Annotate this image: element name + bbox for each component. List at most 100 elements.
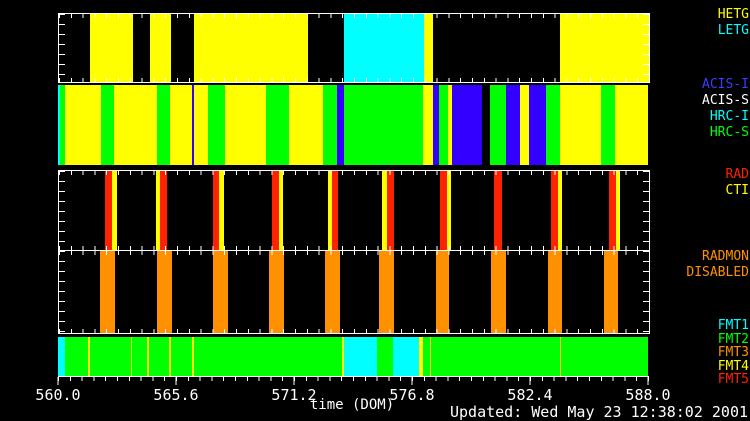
x-axis-tick-label: 582.4 bbox=[507, 386, 552, 404]
side-label-fmt2: FMT2 bbox=[718, 333, 749, 347]
segment bbox=[114, 85, 157, 165]
segment bbox=[147, 337, 148, 376]
segment bbox=[337, 85, 344, 165]
minor-ticks-bottom bbox=[59, 246, 649, 250]
minor-ticks-top bbox=[59, 14, 649, 18]
segment bbox=[308, 14, 344, 82]
segment bbox=[609, 171, 616, 250]
segment bbox=[344, 14, 424, 82]
segment bbox=[379, 251, 394, 333]
band-radmon-disabled bbox=[58, 250, 650, 334]
segment bbox=[101, 85, 114, 165]
side-label-letg: LETG bbox=[718, 23, 749, 39]
segment bbox=[208, 85, 225, 165]
side-label-cti: CTI bbox=[726, 183, 749, 199]
segment bbox=[328, 171, 332, 250]
segment bbox=[192, 85, 194, 165]
segment bbox=[58, 337, 65, 376]
x-axis-major-tick bbox=[176, 377, 177, 385]
minor-ticks-right bbox=[643, 171, 649, 250]
segment bbox=[601, 85, 615, 165]
segment bbox=[393, 337, 419, 376]
segment bbox=[160, 171, 167, 250]
segment bbox=[551, 171, 558, 250]
segment bbox=[60, 85, 65, 165]
segment bbox=[616, 171, 620, 250]
minor-ticks-right bbox=[643, 14, 649, 82]
side-label-fmt1: FMT1 bbox=[718, 319, 749, 333]
segment bbox=[325, 251, 340, 333]
band-instrument bbox=[58, 85, 648, 165]
segment bbox=[560, 85, 601, 165]
minor-ticks-left bbox=[59, 251, 65, 333]
segment bbox=[529, 85, 546, 165]
segment bbox=[194, 85, 208, 165]
segment bbox=[506, 85, 520, 165]
band-grating bbox=[58, 13, 650, 83]
segment bbox=[447, 171, 451, 250]
minor-ticks-top bbox=[59, 251, 649, 255]
minor-ticks-left bbox=[59, 171, 65, 250]
segment bbox=[342, 337, 343, 376]
side-label-disabled: DISABLED bbox=[686, 265, 749, 281]
side-label-rad: RAD bbox=[726, 167, 749, 183]
segment bbox=[424, 14, 434, 82]
segment bbox=[58, 85, 60, 165]
segment bbox=[194, 14, 308, 82]
x-axis-major-tick bbox=[530, 377, 531, 385]
segment bbox=[344, 85, 424, 165]
segment bbox=[225, 85, 266, 165]
x-axis-title: time (DOM) bbox=[310, 397, 394, 413]
band-radzone-cti bbox=[58, 170, 650, 251]
x-axis-tick-label: 565.6 bbox=[153, 386, 198, 404]
segment bbox=[546, 85, 560, 165]
x-axis-major-tick bbox=[412, 377, 413, 385]
segment bbox=[560, 14, 649, 82]
segment bbox=[213, 251, 228, 333]
segment bbox=[156, 171, 160, 250]
segment bbox=[439, 85, 449, 165]
side-label-acis-i: ACIS-I bbox=[702, 77, 749, 93]
segment bbox=[112, 171, 117, 250]
segment bbox=[332, 171, 338, 250]
segment bbox=[494, 171, 502, 250]
segment bbox=[490, 85, 506, 165]
segment bbox=[170, 85, 192, 165]
segment bbox=[157, 85, 170, 165]
x-axis-major-tick bbox=[294, 377, 295, 385]
segment bbox=[433, 14, 560, 82]
segment bbox=[560, 337, 561, 376]
x-axis-major-tick bbox=[58, 377, 59, 385]
x-axis-tick-label: 576.8 bbox=[389, 386, 434, 404]
segment bbox=[131, 337, 132, 376]
minor-ticks-top bbox=[59, 171, 649, 175]
segment bbox=[491, 251, 506, 333]
segment bbox=[423, 85, 433, 165]
segment bbox=[440, 171, 447, 250]
segment bbox=[604, 251, 618, 333]
segment bbox=[344, 337, 377, 376]
legend-grating: HETGLETG bbox=[718, 7, 749, 39]
segment bbox=[482, 85, 490, 165]
segment bbox=[279, 171, 283, 250]
side-label-fmt5: FMT5 bbox=[718, 373, 749, 387]
segment bbox=[213, 171, 219, 250]
segment bbox=[272, 171, 279, 250]
segment bbox=[266, 85, 289, 165]
legend-radmon: RADMONDISABLED bbox=[686, 249, 749, 281]
x-axis-tick-label: 560.0 bbox=[35, 386, 80, 404]
segment bbox=[171, 14, 194, 82]
minor-ticks-bottom bbox=[59, 78, 649, 82]
legend-instrument: ACIS-IACIS-SHRC-IHRC-S bbox=[702, 77, 749, 141]
segment bbox=[520, 85, 529, 165]
segment bbox=[133, 14, 150, 82]
segment bbox=[387, 171, 394, 250]
minor-ticks-left bbox=[59, 14, 65, 82]
segment bbox=[419, 337, 423, 376]
segment bbox=[289, 85, 323, 165]
side-label-hrc-i: HRC-I bbox=[702, 109, 749, 125]
segment bbox=[100, 251, 115, 333]
segment bbox=[323, 85, 337, 165]
segment bbox=[157, 251, 172, 333]
legend-radzone-cti: RADCTI bbox=[726, 167, 749, 199]
